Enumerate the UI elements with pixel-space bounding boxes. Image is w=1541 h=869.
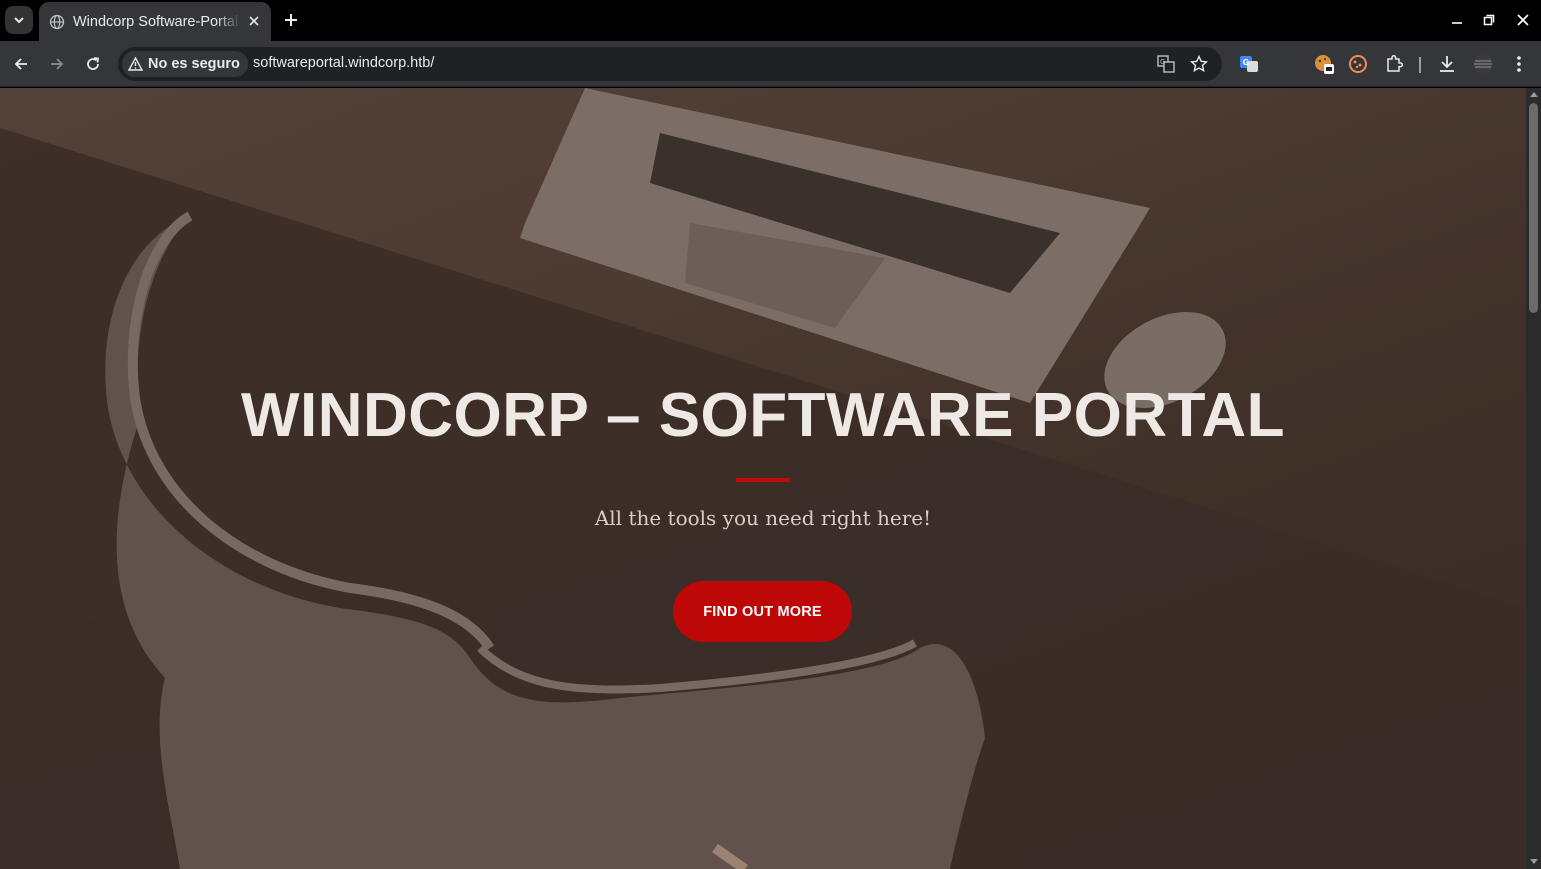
plus-icon [285, 14, 297, 26]
url-text[interactable]: softwareportal.windcorp.htb/ [253, 55, 434, 71]
arrow-right-icon [51, 58, 64, 70]
cookie-extension-icon[interactable] [1347, 53, 1369, 75]
close-icon [1517, 14, 1529, 26]
svg-text:G: G [1160, 58, 1165, 66]
tab-strip: Windcorp Software-Portal [0, 0, 1541, 41]
new-tab-button[interactable] [280, 9, 302, 31]
scroll-up-arrow-icon[interactable] [1530, 92, 1538, 97]
security-label: No es seguro [148, 56, 240, 72]
extensions-puzzle-icon[interactable] [1383, 53, 1405, 75]
tab-active[interactable]: Windcorp Software-Portal [39, 2, 271, 41]
chevron-down-icon [14, 17, 24, 24]
forward-button[interactable] [45, 52, 69, 76]
back-button[interactable] [9, 52, 33, 76]
page-scrollbar[interactable] [1526, 88, 1541, 869]
globe-icon [49, 14, 65, 30]
close-tab-icon[interactable] [245, 12, 263, 30]
scroll-down-arrow-icon[interactable] [1530, 859, 1538, 864]
hero-section: WINDCORP – SOFTWARE PORTAL All the tools… [0, 88, 1526, 869]
security-chip[interactable]: No es seguro [122, 51, 248, 77]
tab-title: Windcorp Software-Portal [73, 13, 239, 30]
profile-avatar-icon[interactable] [1472, 53, 1494, 75]
restore-icon [1483, 14, 1495, 26]
close-window-button[interactable] [1514, 11, 1532, 29]
tab-search-button[interactable] [5, 6, 33, 34]
hero-title: WINDCORP – SOFTWARE PORTAL [240, 381, 1286, 450]
scrollbar-thumb[interactable] [1529, 103, 1538, 313]
menu-kebab-icon[interactable] [1508, 53, 1530, 75]
address-bar[interactable]: No es seguro softwareportal.windcorp.htb… [118, 47, 1222, 81]
reload-icon [87, 57, 100, 70]
find-out-more-button[interactable]: FIND OUT MORE [673, 581, 852, 642]
hero-divider [736, 478, 790, 482]
browser-toolbar: No es seguro softwareportal.windcorp.htb… [0, 41, 1541, 119]
reload-button[interactable] [81, 52, 105, 76]
minimize-button[interactable] [1448, 11, 1466, 29]
minimize-icon [1452, 22, 1462, 24]
arrow-left-icon [14, 58, 27, 70]
page-viewport: WINDCORP – SOFTWARE PORTAL All the tools… [0, 88, 1526, 869]
svg-text:G: G [1243, 58, 1250, 67]
google-translate-extension-icon[interactable]: G [1238, 53, 1260, 75]
restore-button[interactable] [1480, 11, 1498, 29]
download-icon[interactable] [1436, 53, 1458, 75]
hero-subtitle: All the tools you need right here! [594, 506, 932, 530]
bookmark-star-icon[interactable] [1190, 55, 1208, 73]
translate-icon[interactable]: G [1157, 55, 1175, 73]
warning-icon [128, 57, 143, 71]
toolbar-separator [1419, 57, 1421, 73]
cookie-editor-extension-icon[interactable] [1313, 53, 1335, 75]
